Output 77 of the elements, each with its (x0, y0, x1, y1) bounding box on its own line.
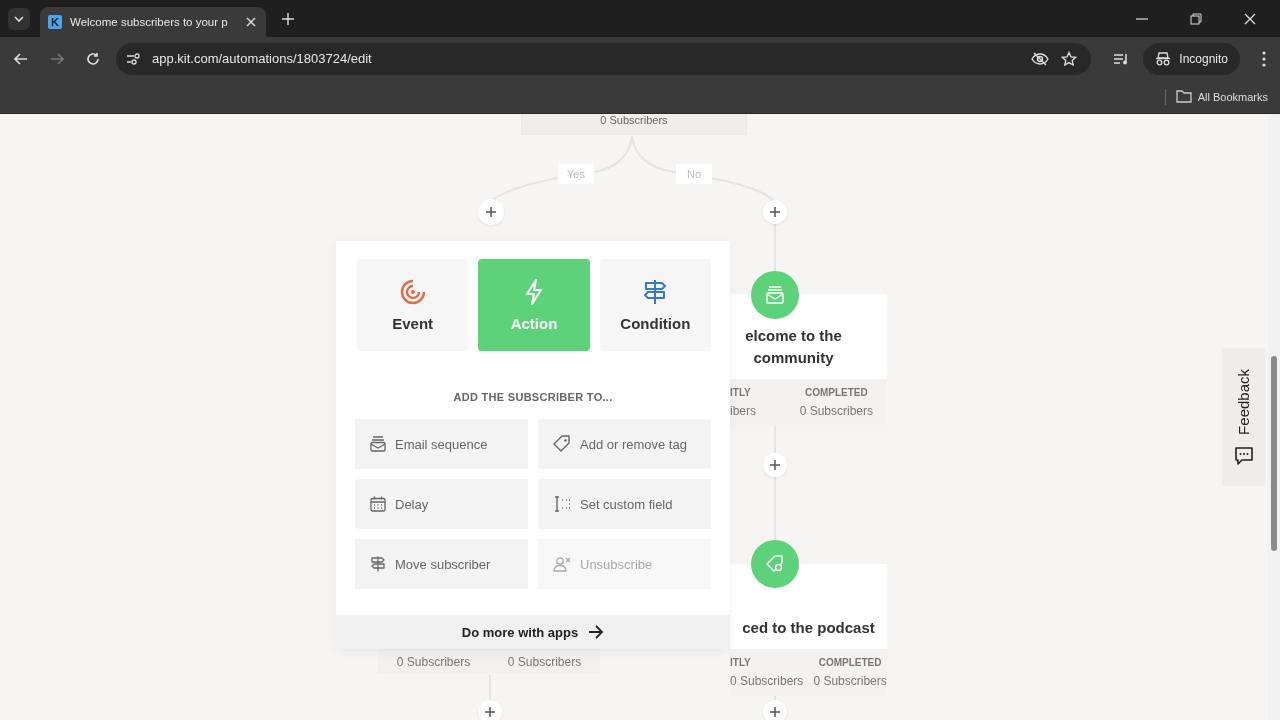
scrollbar-thumb[interactable] (1271, 356, 1277, 551)
back-arrow-icon[interactable] (14, 52, 28, 65)
forward-arrow-icon[interactable] (50, 52, 64, 65)
stat-label: ITLY (730, 657, 751, 668)
branch-label: Yes (558, 164, 594, 184)
add-step-button[interactable] (763, 200, 787, 224)
tab-list-button[interactable] (8, 7, 30, 30)
url-text: app.kit.com/automations/1803724/edit (152, 51, 372, 66)
action-option[interactable]: Move subscriber (355, 539, 528, 589)
tag-icon (553, 435, 571, 453)
envelope-stack-icon (370, 436, 386, 452)
feedback-tab[interactable]: Feedback (1222, 348, 1265, 486)
scrollbar[interactable] (1268, 114, 1280, 720)
stat-value: 0 Subscribers (730, 674, 804, 688)
envelope-stack-icon (751, 271, 799, 319)
plus-icon (770, 460, 780, 470)
action-option[interactable]: Add or remove tag (538, 419, 711, 469)
step-type-tab[interactable]: Event (357, 259, 469, 351)
plus-icon (770, 707, 780, 717)
reload-icon[interactable] (86, 51, 100, 66)
close-icon[interactable] (1244, 12, 1256, 25)
stat-value: ibers (730, 404, 756, 418)
step-card[interactable]: ced to the podcast ITLY 0 Subscribers COMPLETED 0 Subscribers (730, 564, 887, 696)
arrow-right-icon (588, 625, 605, 639)
restore-icon[interactable] (1190, 12, 1202, 25)
add-step-button[interactable] (763, 453, 787, 477)
bookmarks-folder[interactable]: All Bookmarks (1175, 90, 1268, 103)
stat-value: 0 Subscribers (813, 674, 887, 688)
chevron-down-icon (14, 15, 24, 22)
target-icon (399, 278, 426, 305)
text-cursor-icon (553, 496, 571, 512)
add-step-button[interactable] (478, 199, 504, 225)
step-title: elcome to the community (744, 326, 843, 368)
stat-label: ITLY (730, 387, 751, 398)
incognito-profile-button[interactable]: Incognito (1143, 42, 1240, 75)
plus-icon (485, 707, 495, 717)
subscriber-count: 0 Subscribers (600, 114, 668, 126)
site-favicon: K (48, 15, 62, 29)
new-tab-icon[interactable] (282, 12, 294, 25)
subscriber-count: 0 Subscribers (507, 655, 582, 669)
close-icon[interactable] (246, 17, 256, 27)
address-bar[interactable]: app.kit.com/automations/1803724/edit (116, 42, 1092, 75)
stat-label: COMPLETED (804, 387, 868, 398)
branch-label: No (676, 164, 712, 184)
calendar-icon (370, 496, 386, 512)
section-heading: ADD THE SUBSCRIBER TO... (452, 391, 614, 403)
subscriber-count: 0 Subscribers (396, 655, 471, 669)
plus-icon (486, 207, 496, 217)
browser-tab[interactable]: K Welcome subscribers to your p (40, 7, 266, 37)
add-step-button[interactable] (763, 700, 787, 720)
add-step-button[interactable] (478, 700, 502, 720)
user-remove-icon (553, 556, 571, 572)
lightning-bolt-icon (524, 278, 544, 305)
action-option[interactable]: Email sequence (355, 419, 528, 469)
tab-title: Welcome subscribers to your p (70, 16, 229, 28)
plus-icon (770, 207, 780, 217)
site-settings-icon[interactable] (126, 52, 140, 65)
tag-icon (751, 540, 799, 588)
stat-value: 0 Subscribers (799, 404, 873, 418)
condition-node[interactable]: 0 Subscribers (521, 114, 747, 135)
step-card[interactable]: elcome to the community ITLY ibers COMPLETED 0 Subscribers (730, 294, 887, 426)
folder-icon (1175, 90, 1192, 103)
signpost-icon (643, 278, 668, 305)
incognito-icon (1155, 51, 1172, 66)
signpost-icon (370, 556, 386, 572)
action-option[interactable]: Set custom field (538, 479, 711, 529)
eye-slash-icon[interactable] (1031, 51, 1050, 66)
chat-bubble-icon (1234, 446, 1253, 465)
step-title: ced to the podcast (741, 618, 876, 638)
action-option[interactable]: Delay (355, 479, 528, 529)
more-apps-link[interactable]: Do more with apps (336, 615, 730, 649)
step-type-tab[interactable]: Condition (599, 259, 711, 351)
minimize-icon[interactable] (1136, 17, 1148, 20)
more-menu-icon[interactable] (1262, 50, 1266, 67)
star-icon[interactable] (1061, 50, 1078, 67)
media-controls-icon[interactable] (1113, 52, 1130, 65)
stat-label: COMPLETED (818, 657, 882, 668)
